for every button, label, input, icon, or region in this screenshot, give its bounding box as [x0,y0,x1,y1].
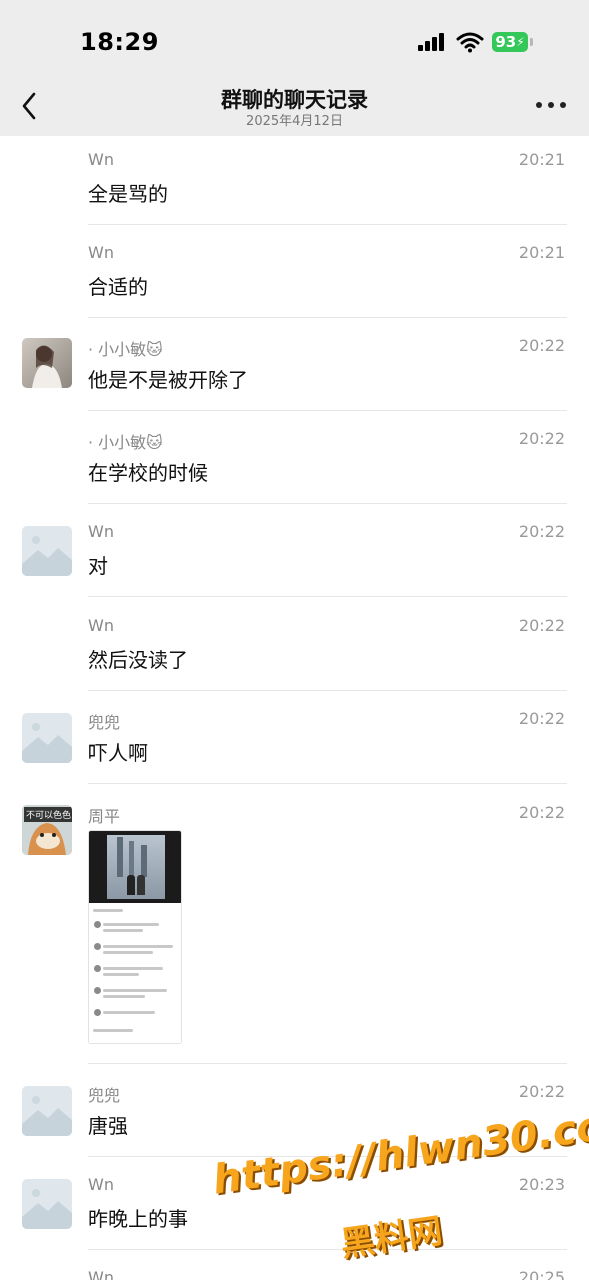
message-time: 20:21 [518,150,565,169]
divider [88,317,567,318]
image-placeholder-icon [22,723,72,763]
wifi-icon [456,32,484,53]
message-item[interactable]: 兜兜 20:22 吓人啊 [0,695,589,784]
divider [88,503,567,504]
message-item[interactable]: Wn 20:22 对 [0,508,589,597]
avatar[interactable] [22,338,72,388]
message-time: 20:22 [518,336,565,355]
battery-icon: 93 ⚡ [492,32,528,52]
more-options-icon[interactable] [536,100,566,110]
message-item[interactable]: Wn 20:21 合适的 [0,229,589,318]
message-sender: 兜兜 [88,1086,121,1105]
signal-icon [418,33,446,51]
message-sender: Wn [88,1175,114,1194]
message-time: 20:23 [518,1175,565,1194]
message-sender: · 小小敏🐱 [88,433,163,452]
message-sender: 兜兜 [88,713,121,732]
message-time: 20:22 [518,522,565,541]
divider [88,1249,567,1250]
message-sender: Wn [88,616,114,635]
message-item[interactable]: Wn 20:22 然后没读了 [0,602,589,691]
message-time: 20:22 [518,803,565,822]
message-item[interactable]: Wn 20:23 昨晚上的事 [0,1161,589,1250]
message-item[interactable]: · 小小敏🐱 20:22 在学校的时候 [0,415,589,504]
avatar[interactable] [22,1086,72,1136]
message-time: 20:22 [518,1082,565,1101]
photo-scene [107,835,165,899]
divider [88,1063,567,1064]
divider [88,596,567,597]
message-time: 20:25 [518,1268,565,1280]
avatar-caption: 不可以色色 [24,807,72,822]
message-time: 20:22 [518,429,565,448]
image-placeholder-icon [22,536,72,576]
message-sender: Wn [88,150,114,169]
divider [88,1156,567,1157]
message-text: 吓人啊 [88,741,148,765]
message-time: 20:21 [518,243,565,262]
avatar[interactable]: 不可以色色 [22,805,72,855]
message-item[interactable]: 兜兜 20:22 唐强 [0,1068,589,1157]
message-time: 20:22 [518,616,565,635]
message-sender: Wn [88,522,114,541]
message-time: 20:22 [518,709,565,728]
chat-history-page: 18:29 93 ⚡ 群聊的聊天记录 2025年4月12日 Wn 20:21 全是… [0,0,589,1280]
image-placeholder-icon [22,1189,72,1229]
message-text: 对 [88,554,108,578]
message-text: 他是不是被开除了 [88,368,248,392]
message-text: 唐强 [88,1114,128,1138]
message-item[interactable]: Wn 20:25 [0,1254,589,1280]
divider [88,690,567,691]
status-time: 18:29 [80,28,159,56]
message-text: 昨晚上的事 [88,1207,188,1231]
person-photo-icon [32,345,62,388]
image-placeholder-icon [22,1096,72,1136]
message-text: 在学校的时候 [88,461,208,485]
message-item[interactable]: Wn 20:21 全是骂的 [0,136,589,225]
video-preview [89,831,181,903]
divider [88,783,567,784]
divider [88,224,567,225]
message-text: 然后没读了 [88,648,188,672]
message-sender: Wn [88,243,114,262]
comments-preview [89,903,181,1043]
message-sender: · 小小敏🐱 [88,340,163,359]
message-sender: Wn [88,1268,114,1280]
avatar[interactable] [22,1179,72,1229]
battery-level: 93 [495,33,517,51]
message-text: 全是骂的 [88,182,168,206]
top-bar: 18:29 93 ⚡ 群聊的聊天记录 2025年4月12日 [0,0,589,136]
message-text: 合适的 [88,275,148,299]
image-attachment[interactable] [88,830,182,1044]
message-item[interactable]: · 小小敏🐱 20:22 他是不是被开除了 [0,322,589,411]
divider [88,410,567,411]
page-subtitle-date: 2025年4月12日 [246,114,343,129]
battery-tip [530,38,533,46]
message-sender: 周平 [88,807,121,826]
avatar[interactable] [22,713,72,763]
avatar[interactable] [22,526,72,576]
